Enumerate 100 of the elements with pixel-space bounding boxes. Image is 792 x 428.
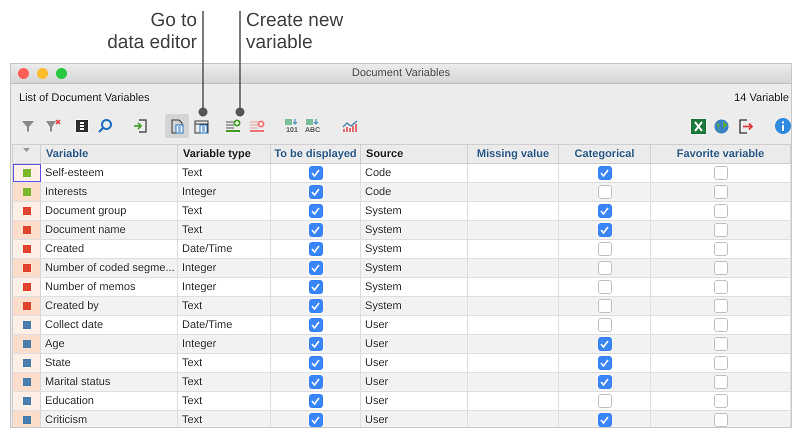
import-icon[interactable] [133, 119, 147, 133]
checkbox[interactable] [714, 413, 728, 427]
checkbox[interactable] [308, 166, 322, 180]
row-marker[interactable] [13, 221, 41, 239]
column-header[interactable]: Source [361, 145, 468, 163]
checkbox[interactable] [714, 318, 728, 332]
checkbox[interactable] [308, 413, 322, 427]
checkbox[interactable] [598, 223, 612, 237]
column-header[interactable]: Favorite variable [651, 145, 791, 163]
checkbox[interactable] [308, 261, 322, 275]
row-marker[interactable] [13, 373, 41, 391]
checkbox[interactable] [714, 223, 728, 237]
variable-type: Text [178, 354, 271, 372]
clear-filter-icon[interactable] [45, 119, 61, 133]
checkbox[interactable] [598, 375, 612, 389]
variable-source: System [361, 278, 468, 296]
variable-type: Text [178, 221, 271, 239]
variable-name: Age [41, 335, 178, 353]
row-marker[interactable] [13, 297, 41, 315]
checkbox[interactable] [714, 242, 728, 256]
checkbox[interactable] [598, 318, 612, 332]
checkbox[interactable] [598, 280, 612, 294]
checkbox[interactable] [598, 394, 612, 408]
info-icon[interactable] [775, 118, 791, 134]
row-marker[interactable] [13, 240, 41, 258]
variable-name: Created by [41, 297, 178, 315]
variable-source: Code [361, 164, 468, 182]
row-marker[interactable] [13, 278, 41, 296]
chart-icon[interactable] [342, 119, 358, 133]
checkbox[interactable] [714, 166, 728, 180]
row-marker[interactable] [13, 335, 41, 353]
checkbox[interactable] [308, 394, 322, 408]
globe-icon[interactable] [714, 118, 729, 134]
checkbox[interactable] [308, 299, 322, 313]
checkbox[interactable] [598, 337, 612, 351]
variable-type: Text [178, 297, 271, 315]
row-marker[interactable] [13, 183, 41, 201]
checkbox[interactable] [598, 166, 612, 180]
row-marker[interactable] [13, 202, 41, 220]
search-icon[interactable] [97, 118, 113, 134]
convert-icon [285, 118, 299, 126]
checkbox[interactable] [598, 413, 612, 427]
checkbox[interactable] [308, 223, 322, 237]
row-marker[interactable] [13, 259, 41, 277]
filter-icon[interactable] [21, 119, 35, 133]
row-marker[interactable] [13, 392, 41, 410]
checkbox[interactable] [714, 185, 728, 199]
variable-name: State [41, 354, 178, 372]
sort-indicator-icon [23, 148, 30, 152]
zoom-button[interactable] [56, 68, 67, 79]
checkbox[interactable] [308, 242, 322, 256]
variable-source: System [361, 297, 468, 315]
close-button[interactable] [18, 68, 29, 79]
checkbox[interactable] [598, 299, 612, 313]
variable-source: User [361, 411, 468, 427]
variable-type: Text [178, 392, 271, 410]
document-list-button[interactable] [165, 114, 189, 138]
row-marker[interactable] [13, 411, 41, 427]
checkbox[interactable] [308, 318, 322, 332]
checkbox[interactable] [598, 261, 612, 275]
checkbox[interactable] [714, 337, 728, 351]
column-header[interactable]: Variable [41, 145, 178, 163]
add-variable-icon[interactable] [225, 119, 241, 133]
checkbox[interactable] [308, 375, 322, 389]
checkbox[interactable] [308, 185, 322, 199]
variable-source: System [361, 221, 468, 239]
row-marker[interactable] [13, 316, 41, 334]
variable-name: Marital status [41, 373, 178, 391]
variable-source: User [361, 335, 468, 353]
convert-icon [306, 118, 320, 126]
variable-name: Document group [41, 202, 178, 220]
columns-icon[interactable] [75, 119, 89, 133]
exit-icon[interactable] [738, 118, 753, 134]
column-header[interactable]: Variable type [178, 145, 271, 163]
checkbox[interactable] [714, 280, 728, 294]
column-header[interactable]: Categorical [559, 145, 651, 163]
checkbox[interactable] [714, 204, 728, 218]
checkbox[interactable] [714, 299, 728, 313]
delete-variable-icon[interactable] [249, 119, 265, 133]
checkbox[interactable] [598, 356, 612, 370]
checkbox[interactable] [598, 242, 612, 256]
checkbox[interactable] [308, 204, 322, 218]
checkbox[interactable] [714, 375, 728, 389]
checkbox[interactable] [598, 204, 612, 218]
checkbox[interactable] [308, 337, 322, 351]
row-marker[interactable] [13, 164, 41, 182]
variable-source: System [361, 240, 468, 258]
column-header[interactable]: To be displayed [271, 145, 361, 163]
row-marker[interactable] [13, 354, 41, 372]
checkbox[interactable] [714, 261, 728, 275]
checkbox[interactable] [714, 356, 728, 370]
variable-type: Date/Time [178, 316, 271, 334]
checkbox[interactable] [308, 356, 322, 370]
checkbox[interactable] [308, 280, 322, 294]
column-header[interactable]: Missing value [468, 145, 559, 163]
checkbox[interactable] [714, 394, 728, 408]
spreadsheet-icon[interactable] [691, 118, 706, 134]
variable-name: Education [41, 392, 178, 410]
checkbox[interactable] [598, 185, 612, 199]
variable-source: User [361, 392, 468, 410]
